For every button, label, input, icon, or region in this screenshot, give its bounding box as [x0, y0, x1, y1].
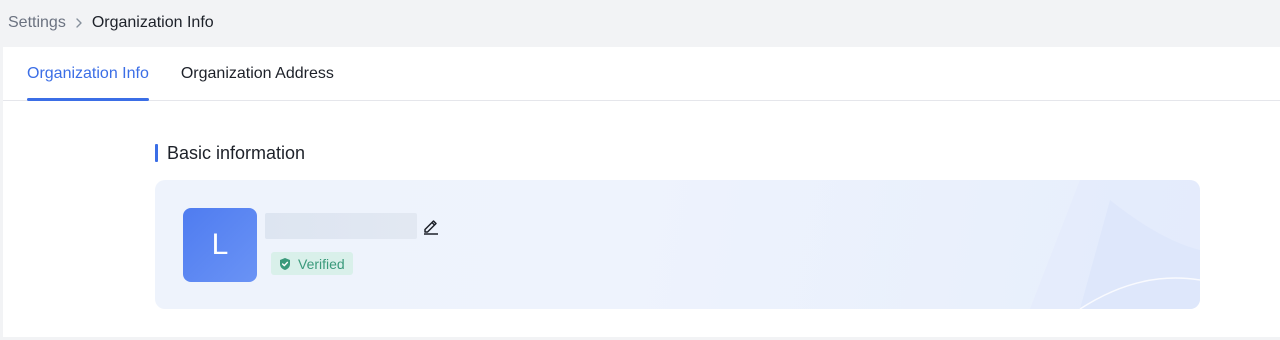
- pencil-icon[interactable]: [421, 216, 441, 236]
- verified-label: Verified: [298, 255, 345, 272]
- breadcrumb-current: Organization Info: [91, 14, 214, 31]
- verified-badge: Verified: [271, 252, 353, 275]
- section-title: Basic information: [167, 142, 306, 163]
- tab-organization-address[interactable]: Organization Address: [181, 65, 334, 100]
- content-panel: Organization Info Organization Address B…: [3, 47, 1280, 337]
- tab-bar: Organization Info Organization Address: [3, 47, 1280, 101]
- chevron-right-icon: [74, 17, 84, 29]
- organization-avatar: L: [183, 208, 257, 282]
- card-background-decoration: [1030, 180, 1200, 309]
- tab-organization-info[interactable]: Organization Info: [27, 65, 149, 101]
- breadcrumb-settings-link[interactable]: Settings: [8, 14, 66, 32]
- organization-name-redacted: [265, 213, 417, 239]
- organization-card: L Verified: [155, 180, 1200, 309]
- shield-check-icon: [278, 257, 292, 271]
- breadcrumb: Settings Organization Info: [8, 0, 214, 46]
- section-accent-bar: [155, 144, 158, 162]
- section-heading: Basic information: [155, 141, 305, 165]
